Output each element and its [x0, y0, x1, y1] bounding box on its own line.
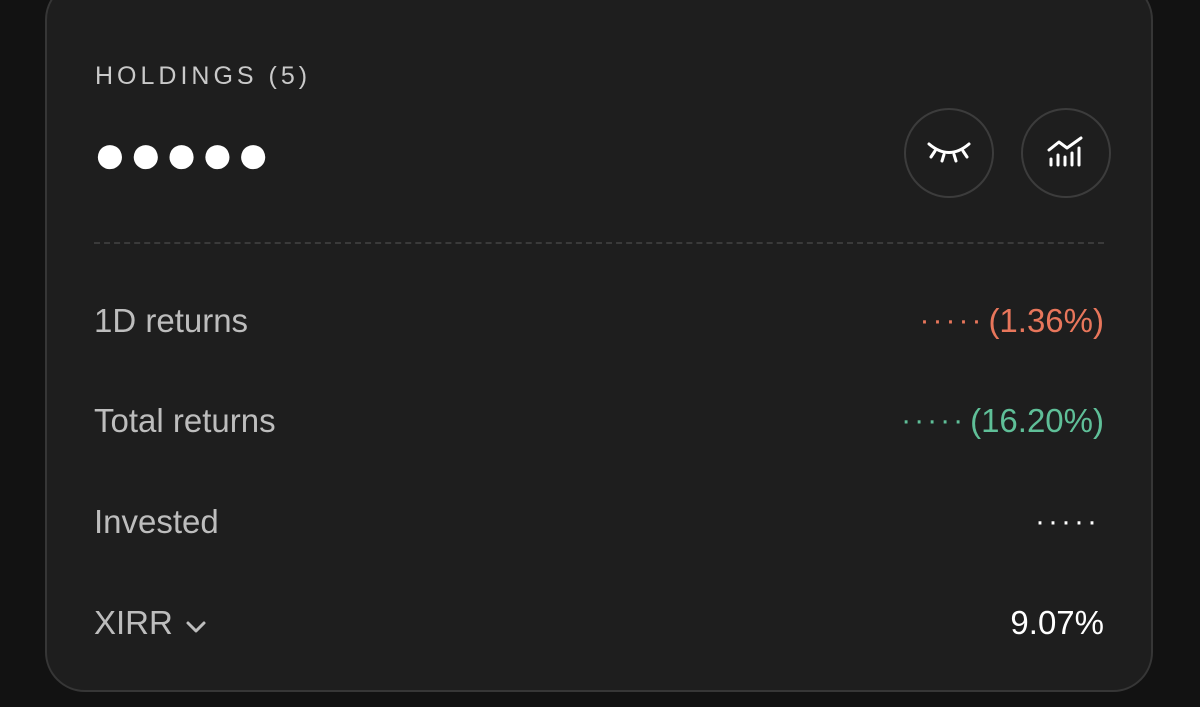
holdings-title: HOLDINGS (5)	[95, 62, 312, 90]
xirr-row: XIRR 9.07%	[94, 598, 1104, 648]
one-day-returns-percent: (1.36%)	[988, 302, 1104, 339]
analytics-button[interactable]	[1021, 108, 1111, 198]
xirr-dropdown[interactable]: XIRR	[94, 604, 207, 642]
holdings-card: HOLDINGS (5) ●●●●● 1D returns ····· (1.3…	[45, 0, 1153, 692]
invested-label: Invested	[94, 503, 219, 540]
total-returns-row: Total returns ····· (16.20%)	[94, 396, 1104, 446]
chart-trend-icon	[1046, 135, 1086, 172]
invested-value: ·····	[1035, 505, 1104, 539]
total-returns-masked: ·····	[901, 404, 967, 437]
hide-values-button[interactable]	[904, 108, 994, 198]
masked-total-value: ●●●●●	[93, 122, 273, 185]
total-returns-percent: (16.20%)	[970, 402, 1104, 439]
closed-eye-icon	[926, 139, 972, 168]
one-day-returns-value: ····· (1.36%)	[919, 302, 1104, 340]
divider	[94, 242, 1104, 244]
invested-masked: ·····	[1035, 505, 1100, 538]
chevron-down-icon	[185, 604, 207, 642]
total-returns-label: Total returns	[94, 402, 276, 439]
invested-row: Invested ·····	[94, 497, 1104, 547]
one-day-returns-row: 1D returns ····· (1.36%)	[94, 296, 1104, 346]
total-returns-value: ····· (16.20%)	[901, 402, 1104, 440]
one-day-returns-masked: ·····	[919, 304, 985, 337]
xirr-label: XIRR	[94, 604, 173, 641]
one-day-returns-label: 1D returns	[94, 302, 249, 339]
xirr-value: 9.07%	[1010, 604, 1104, 641]
